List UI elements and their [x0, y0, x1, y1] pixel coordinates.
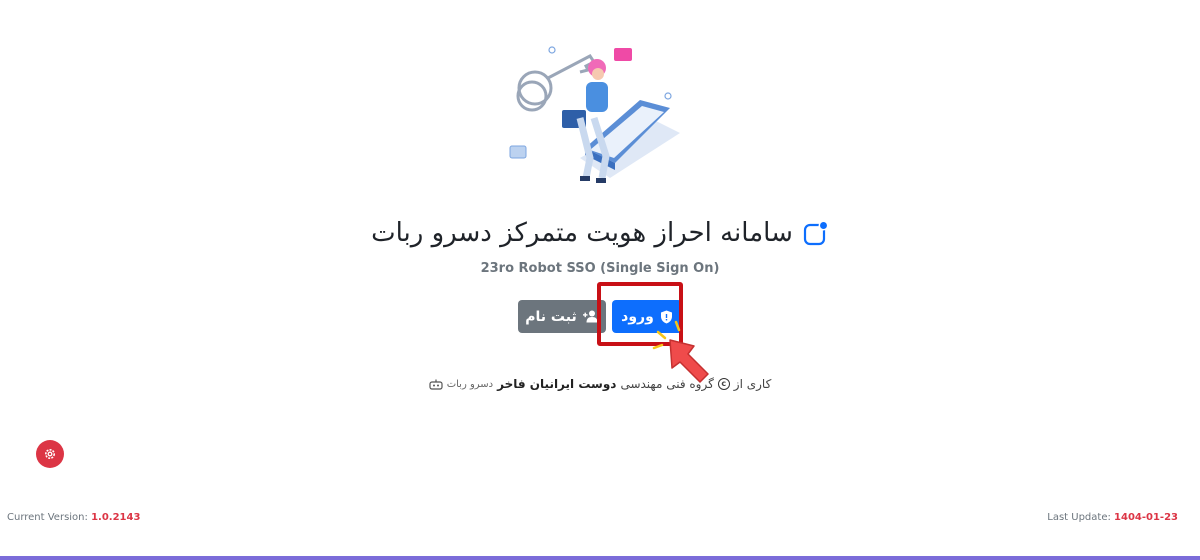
- person-illustration: [562, 59, 610, 183]
- last-update-info: Last Update: 1404-01-23: [1047, 512, 1178, 523]
- robot-icon: [429, 379, 443, 390]
- copyright-icon: c: [717, 378, 730, 390]
- credit-prefix: کاری از: [733, 377, 772, 391]
- credit-group: گروه فنی مهندسی: [620, 377, 714, 391]
- credit-line: کاری از c گروه فنی مهندسی دوست ایرانیان …: [0, 377, 1200, 391]
- version-label: Current Version:: [7, 512, 88, 523]
- user-plus-icon: [582, 310, 598, 323]
- key-illustration: [516, 54, 597, 112]
- update-label: Last Update:: [1047, 512, 1111, 523]
- action-buttons: ورود ثبت نام: [0, 300, 1200, 333]
- logo-icon: [803, 220, 829, 246]
- update-value: 1404-01-23: [1114, 512, 1178, 523]
- bottom-accent-bar: [0, 556, 1200, 560]
- credit-company: دوست ایرانیان فاخر: [497, 377, 617, 391]
- version-value: 1.0.2143: [91, 512, 141, 523]
- gear-icon: [45, 449, 55, 459]
- page-subtitle: 23ro Robot SSO (Single Sign On): [480, 261, 720, 276]
- hero-illustration: [509, 46, 680, 183]
- login-button-label: ورود: [621, 308, 654, 325]
- credit-brand: دسرو ربات: [446, 378, 494, 390]
- register-button-label: ثبت نام: [525, 308, 577, 325]
- page-title: سامانه احراز هویت متمرکز دسرو ربات: [371, 218, 793, 248]
- version-info: Current Version: 1.0.2143: [7, 512, 140, 523]
- settings-button[interactable]: [36, 440, 64, 468]
- title-row: سامانه احراز هویت متمرکز دسرو ربات: [0, 218, 1200, 248]
- login-button[interactable]: ورود: [612, 300, 682, 333]
- shield-icon: [660, 310, 672, 323]
- register-button[interactable]: ثبت نام: [518, 300, 606, 333]
- chat-bubble-illustration: [614, 48, 632, 61]
